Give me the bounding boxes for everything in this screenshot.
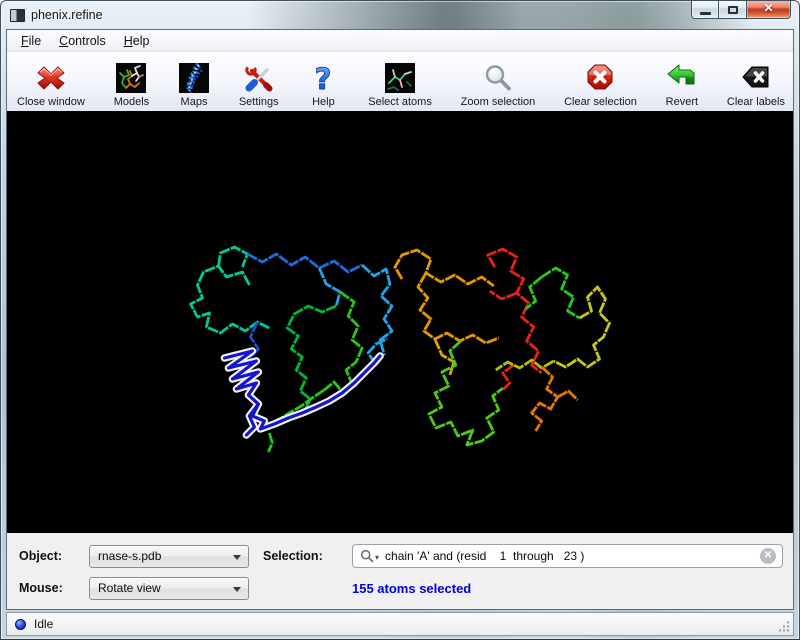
help-icon: ? [307, 62, 339, 94]
help-tool[interactable]: ? Help [307, 62, 339, 108]
close-window-tool[interactable]: Close window [17, 62, 85, 108]
clear-input-icon: ✕ [764, 551, 772, 561]
selection-label: Selection: [263, 549, 352, 563]
menu-help[interactable]: Help [115, 32, 159, 50]
statusbar: Idle [6, 612, 794, 636]
menu-controls[interactable]: Controls [50, 32, 115, 50]
selection-value: chain 'A' and (resid 1 through 23 ) [385, 549, 760, 563]
clear-labels-tool[interactable]: Clear labels [727, 62, 785, 108]
dropdown-arrow-icon [233, 555, 241, 564]
maps-icon [178, 62, 210, 94]
app-icon [10, 9, 25, 22]
search-icon [360, 549, 374, 563]
select-atoms-icon [384, 62, 416, 94]
zoom-selection-icon [482, 62, 514, 94]
app-window: phenix.refine ✕ File Controls Help [0, 0, 800, 640]
maximize-icon [728, 6, 738, 14]
revert-tool[interactable]: Revert [666, 62, 698, 108]
clear-input-button[interactable]: ✕ [760, 548, 776, 564]
maximize-button[interactable] [719, 0, 746, 19]
revert-icon [666, 62, 698, 94]
clear-labels-icon [740, 62, 772, 94]
menubar: File Controls Help [7, 30, 793, 52]
close-window-icon [35, 62, 67, 94]
models-icon [115, 62, 147, 94]
mouse-label: Mouse: [19, 581, 89, 595]
molecule-render [7, 111, 793, 533]
atoms-selected-text: 155 atoms selected [352, 581, 471, 596]
settings-icon [243, 62, 275, 94]
maps-tool[interactable]: Maps [178, 62, 210, 108]
dropdown-arrow-icon [233, 587, 241, 596]
svg-text:?: ? [315, 62, 332, 94]
search-caret-icon[interactable]: ▾ [375, 553, 379, 562]
clear-selection-icon [584, 62, 616, 94]
window-title: phenix.refine [31, 8, 103, 22]
window-controls: ✕ [691, 0, 791, 19]
client-area: File Controls Help [6, 29, 794, 610]
minimize-button[interactable] [691, 0, 719, 19]
clear-selection-tool[interactable]: Clear selection [564, 62, 637, 108]
object-dropdown[interactable]: rnase-s.pdb [89, 545, 249, 568]
models-tool[interactable]: Models [114, 62, 149, 108]
controls-panel: Object: rnase-s.pdb Selection: ▾ chain '… [7, 533, 793, 609]
object-label: Object: [19, 549, 89, 563]
menu-file[interactable]: File [12, 32, 50, 50]
zoom-selection-tool[interactable]: Zoom selection [461, 62, 536, 108]
toolbar: Close window [7, 52, 793, 111]
selection-input[interactable]: ▾ chain 'A' and (resid 1 through 23 ) ✕ [352, 544, 783, 568]
status-idle-icon [15, 619, 26, 630]
close-icon: ✕ [763, 2, 773, 14]
mouse-dropdown-value: Rotate view [98, 581, 161, 595]
select-atoms-tool[interactable]: Select atoms [368, 62, 432, 108]
molecule-viewport[interactable] [7, 111, 793, 533]
status-text: Idle [34, 617, 53, 631]
settings-tool[interactable]: Settings [239, 62, 279, 108]
titlebar: phenix.refine ✕ [1, 1, 799, 29]
close-button[interactable]: ✕ [746, 0, 791, 19]
mouse-dropdown[interactable]: Rotate view [89, 577, 249, 600]
resize-grip[interactable] [777, 619, 791, 633]
minimize-icon [700, 12, 711, 15]
object-dropdown-value: rnase-s.pdb [98, 549, 161, 563]
